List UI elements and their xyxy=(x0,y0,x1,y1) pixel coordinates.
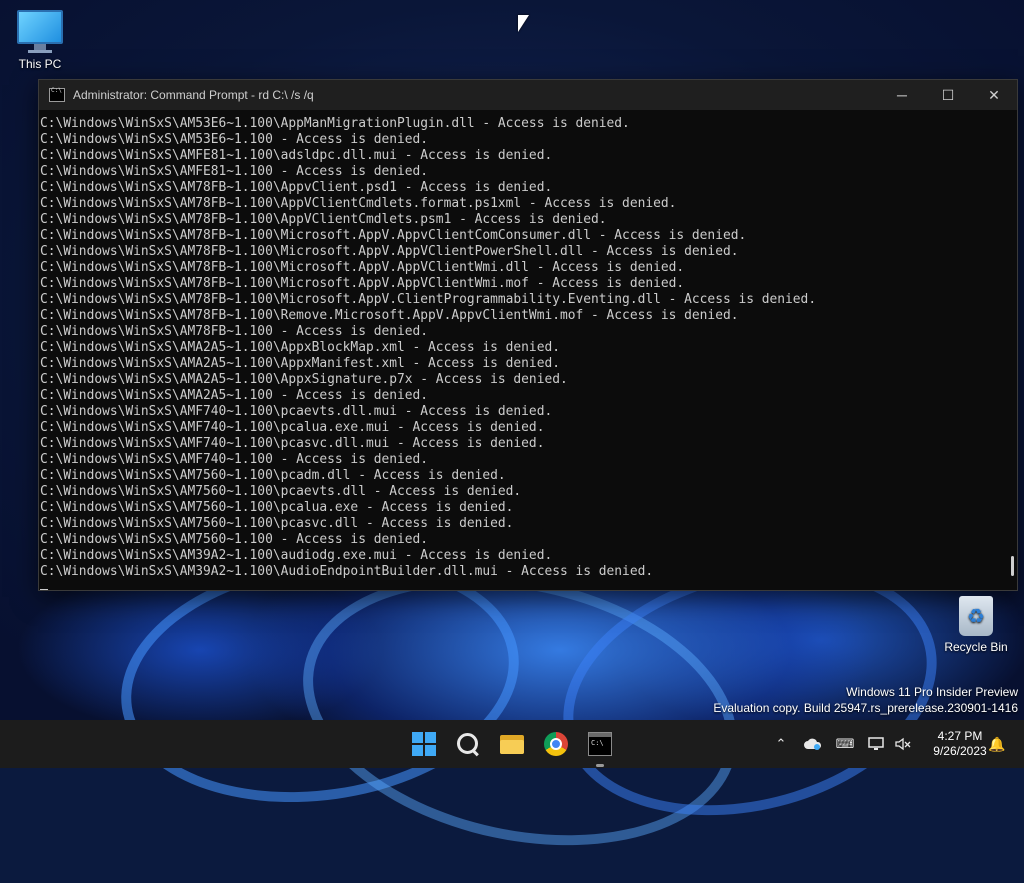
console-line: C:\Windows\WinSxS\AMF740~1.100\pcasvc.dl… xyxy=(40,436,545,451)
console-line: C:\Windows\WinSxS\AM7560~1.100\pcadm.dll… xyxy=(40,468,506,483)
console-line: C:\Windows\WinSxS\AMA2A5~1.100 - Access … xyxy=(40,388,429,403)
keyboard-icon[interactable]: ⌨ xyxy=(834,720,856,768)
chrome-icon[interactable] xyxy=(544,732,568,756)
maximize-button[interactable]: ☐ xyxy=(925,80,971,110)
console-line: C:\Windows\WinSxS\AM78FB~1.100 - Access … xyxy=(40,324,429,339)
console-line: C:\Windows\WinSxS\AMA2A5~1.100\AppxSigna… xyxy=(40,372,568,387)
console-line: C:\Windows\WinSxS\AM78FB~1.100\AppvClien… xyxy=(40,180,553,195)
console-output[interactable]: C:\Windows\WinSxS\AM53E6~1.100\AppManMig… xyxy=(39,110,1007,590)
window-title: Administrator: Command Prompt - rd C:\ /… xyxy=(73,88,314,102)
console-line: C:\Windows\WinSxS\AM78FB~1.100\Remove.Mi… xyxy=(40,308,739,323)
taskbar: C:\ ⌃ ⌨ 4:27 PM 9/26/2023 🔔 xyxy=(0,720,1024,768)
active-app-indicator xyxy=(596,764,604,767)
volume-muted-icon[interactable] xyxy=(892,720,914,768)
evaluation-watermark: Windows 11 Pro Insider Preview Evaluatio… xyxy=(713,684,1018,716)
console-line: C:\Windows\WinSxS\AM78FB~1.100\AppVClien… xyxy=(40,212,607,227)
scrollbar[interactable] xyxy=(1007,110,1017,590)
this-pc-label: This PC xyxy=(18,57,62,71)
start-icon[interactable] xyxy=(412,732,436,756)
console-cursor xyxy=(40,589,48,590)
console-line: C:\Windows\WinSxS\AM7560~1.100\pcalua.ex… xyxy=(40,500,514,515)
notification-bell-icon[interactable]: 🔔 xyxy=(986,720,1008,768)
console-line: C:\Windows\WinSxS\AM39A2~1.100\audiodg.e… xyxy=(40,548,553,563)
recycle-bin-desktop-icon[interactable]: Recycle Bin xyxy=(940,596,1012,654)
close-button[interactable]: ✕ xyxy=(971,80,1017,110)
command-prompt-window[interactable]: Administrator: Command Prompt - rd C:\ /… xyxy=(38,79,1018,591)
console-line: C:\Windows\WinSxS\AMA2A5~1.100\AppxManif… xyxy=(40,356,560,371)
watermark-edition: Windows 11 Pro Insider Preview xyxy=(846,685,1018,699)
recycle-bin-label: Recycle Bin xyxy=(944,640,1008,654)
minimize-button[interactable]: ─ xyxy=(879,80,925,110)
console-line: C:\Windows\WinSxS\AM39A2~1.100\AudioEndp… xyxy=(40,564,654,579)
console-line: C:\Windows\WinSxS\AMF740~1.100\pcalua.ex… xyxy=(40,420,545,435)
recycle-bin-icon xyxy=(959,596,993,636)
cmd-app-icon xyxy=(49,87,65,102)
console-line: C:\Windows\WinSxS\AM7560~1.100 - Access … xyxy=(40,532,429,547)
this-pc-desktop-icon[interactable]: This PC xyxy=(12,10,68,71)
monitor-icon xyxy=(12,10,68,53)
search-icon[interactable] xyxy=(456,732,480,757)
console-line: C:\Windows\WinSxS\AM78FB~1.100\Microsoft… xyxy=(40,260,685,275)
watermark-build: Evaluation copy. Build 25947.rs_prerelea… xyxy=(713,701,1018,715)
console-line: C:\Windows\WinSxS\AMFE81~1.100 - Access … xyxy=(40,164,429,179)
show-hidden-icons-chevron-icon[interactable]: ⌃ xyxy=(770,720,792,768)
console-line: C:\Windows\WinSxS\AM78FB~1.100\Microsoft… xyxy=(40,276,685,291)
mouse-cursor-icon xyxy=(518,15,529,32)
console-line: C:\Windows\WinSxS\AMF740~1.100\pcaevts.d… xyxy=(40,404,553,419)
console-line: C:\Windows\WinSxS\AM78FB~1.100\AppVClien… xyxy=(40,196,677,211)
console-line: C:\Windows\WinSxS\AM78FB~1.100\Microsoft… xyxy=(40,292,817,307)
command-prompt-icon[interactable]: C:\ xyxy=(588,732,612,756)
console-line: C:\Windows\WinSxS\AMF740~1.100 - Access … xyxy=(40,452,429,467)
scrollbar-thumb[interactable] xyxy=(1011,556,1014,576)
network-icon[interactable] xyxy=(866,720,888,768)
console-line: C:\Windows\WinSxS\AM78FB~1.100\Microsoft… xyxy=(40,244,739,259)
console-line: C:\Windows\WinSxS\AM7560~1.100\pcasvc.dl… xyxy=(40,516,514,531)
console-line: C:\Windows\WinSxS\AMFE81~1.100\adsldpc.d… xyxy=(40,148,553,163)
file-explorer-icon[interactable] xyxy=(500,732,524,756)
onedrive-icon[interactable] xyxy=(802,720,824,768)
console-line: C:\Windows\WinSxS\AM7560~1.100\pcaevts.d… xyxy=(40,484,522,499)
console-line: C:\Windows\WinSxS\AM53E6~1.100 - Access … xyxy=(40,132,429,147)
window-titlebar[interactable]: Administrator: Command Prompt - rd C:\ /… xyxy=(39,80,1017,110)
console-line: C:\Windows\WinSxS\AMA2A5~1.100\AppxBlock… xyxy=(40,340,560,355)
console-line: C:\Windows\WinSxS\AM78FB~1.100\Microsoft… xyxy=(40,228,747,243)
console-line: C:\Windows\WinSxS\AM53E6~1.100\AppManMig… xyxy=(40,116,630,131)
